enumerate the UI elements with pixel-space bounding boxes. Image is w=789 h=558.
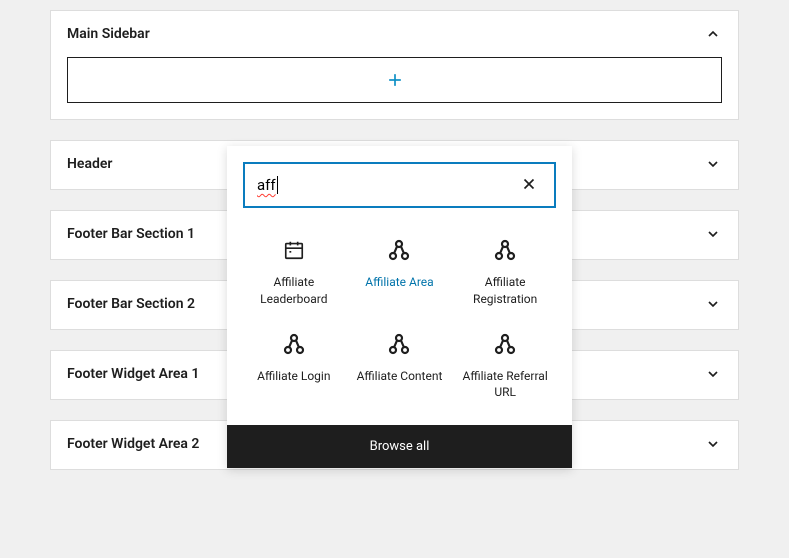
chevron-down-icon xyxy=(704,295,722,313)
inserter-search-wrap: aff xyxy=(227,146,572,224)
chevron-up-icon xyxy=(704,25,722,43)
chevron-down-icon xyxy=(704,365,722,383)
widget-area-title: Footer Widget Area 2 xyxy=(67,436,199,452)
block-label: Affiliate Login xyxy=(257,368,330,385)
block-label: Affiliate Registration xyxy=(458,274,552,308)
inserter-results-grid: Affiliate Leaderboard Affiliate Area Aff… xyxy=(227,224,572,425)
block-inserter-popover: aff Affiliate Leaderboard xyxy=(227,146,572,468)
clear-search-button[interactable] xyxy=(516,171,542,200)
block-item-affiliate-leaderboard[interactable]: Affiliate Leaderboard xyxy=(243,230,345,316)
widget-area-title: Footer Bar Section 2 xyxy=(67,296,195,312)
calendar-icon xyxy=(283,238,305,262)
search-input[interactable]: aff xyxy=(257,176,276,194)
block-item-affiliate-area[interactable]: Affiliate Area xyxy=(349,230,451,316)
widget-area-header[interactable]: Main Sidebar xyxy=(51,11,738,57)
browse-all-button[interactable]: Browse all xyxy=(227,425,572,468)
affiliate-icon xyxy=(387,238,411,262)
widget-area-title: Footer Bar Section 1 xyxy=(67,226,195,242)
block-label: Affiliate Area xyxy=(365,274,433,291)
text-cursor xyxy=(277,176,278,194)
block-label: Affiliate Content xyxy=(357,368,443,385)
widget-area-body xyxy=(51,57,738,119)
widget-area-title: Footer Widget Area 1 xyxy=(67,366,199,382)
chevron-down-icon xyxy=(704,225,722,243)
block-item-affiliate-content[interactable]: Affiliate Content xyxy=(349,324,451,410)
affiliate-icon xyxy=(387,332,411,356)
affiliate-icon xyxy=(493,238,517,262)
block-item-affiliate-registration[interactable]: Affiliate Registration xyxy=(454,230,556,316)
search-field-wrap[interactable]: aff xyxy=(243,162,556,208)
widget-area-title: Main Sidebar xyxy=(67,26,150,42)
block-label: Affiliate Leaderboard xyxy=(247,274,341,308)
affiliate-icon xyxy=(493,332,517,356)
close-icon xyxy=(520,175,538,196)
plus-icon xyxy=(385,70,405,90)
widget-area-title: Header xyxy=(67,156,112,172)
widget-area-main-sidebar: Main Sidebar xyxy=(50,10,739,120)
block-item-affiliate-referral-url[interactable]: Affiliate Referral URL xyxy=(454,324,556,410)
add-block-button[interactable] xyxy=(67,57,722,103)
chevron-down-icon xyxy=(704,435,722,453)
affiliate-icon xyxy=(282,332,306,356)
chevron-down-icon xyxy=(704,155,722,173)
block-label: Affiliate Referral URL xyxy=(458,368,552,402)
block-item-affiliate-login[interactable]: Affiliate Login xyxy=(243,324,345,410)
